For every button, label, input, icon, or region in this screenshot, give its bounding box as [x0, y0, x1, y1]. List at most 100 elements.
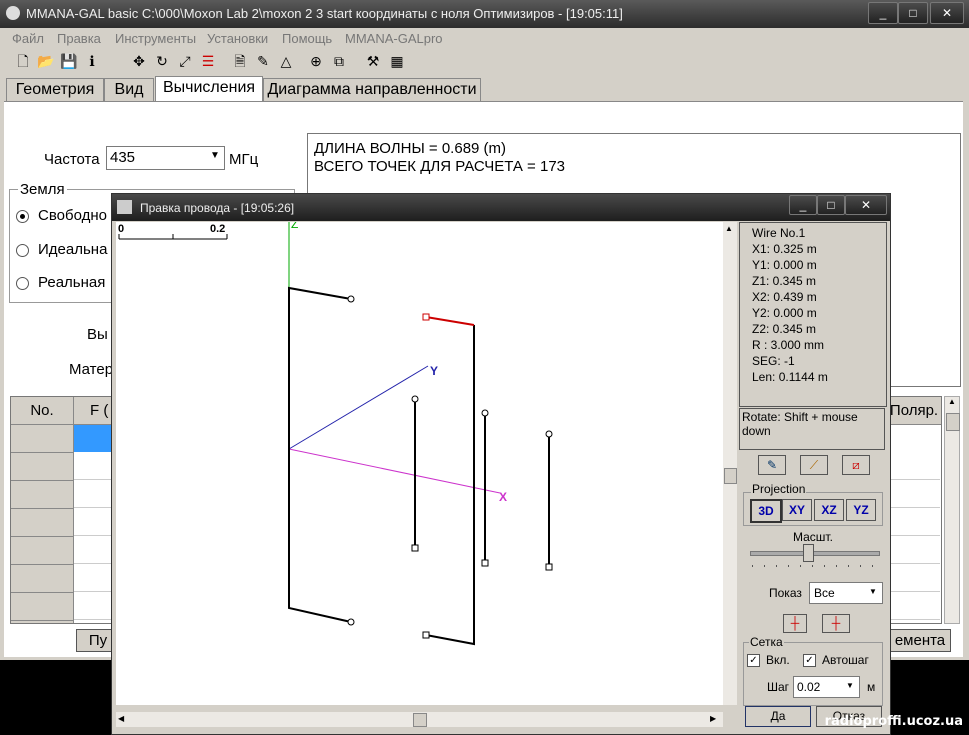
director-1-top[interactable] [411, 395, 419, 403]
toolbar: 🗋 📂 💾 ℹ ✥ ↻ ⤢ ☰ 🗎 ✎ △ ⊕ ⧉ ⚒ ▦ [0, 49, 969, 75]
freq-unit: МГц [229, 151, 259, 168]
projection-3d-button[interactable]: 3D [750, 499, 782, 523]
tools-icon[interactable]: ⚒ [364, 52, 382, 70]
tab-calculations[interactable]: Вычисления [155, 76, 263, 103]
menu-help[interactable]: Помощь [282, 31, 332, 46]
calculator-icon[interactable]: ▦ [388, 52, 406, 70]
crosshair-icon[interactable]: ⊕ [307, 52, 325, 70]
reflector-end-top[interactable] [347, 295, 355, 303]
grid-auto-checkbox[interactable]: ✓ [803, 654, 816, 667]
draw-wire-button[interactable]: ⧄ [842, 455, 870, 475]
canvas-vscroll-thumb[interactable] [724, 468, 737, 484]
output-line-1: ДЛИНА ВОЛНЫ = 0.689 (m) [314, 140, 507, 157]
info-seg: SEG: -1 [752, 354, 795, 368]
radio-free[interactable] [16, 210, 29, 223]
projection-xy-button[interactable]: XY [782, 499, 812, 521]
menu-edit[interactable]: Правка [57, 31, 101, 46]
tab-diagram[interactable]: Диаграмма направленности [263, 78, 481, 101]
grid-on-checkbox[interactable]: ✓ [747, 654, 760, 667]
info-radius: R : 3.000 mm [752, 338, 825, 352]
dialog-title: Правка провода - [19:05:26] [140, 201, 295, 215]
canvas-hscroll-thumb[interactable] [413, 713, 427, 727]
director-3-bottom[interactable] [545, 563, 553, 571]
table-header-no: No. [11, 397, 74, 425]
menu-settings[interactable]: Установки [207, 31, 268, 46]
y-axis [288, 365, 429, 450]
rotate-icon[interactable]: ↻ [153, 52, 171, 70]
calc-label-1: Вы [87, 326, 108, 343]
projection-yz-button[interactable]: YZ [846, 499, 876, 521]
freq-label: Частота [44, 151, 100, 168]
wire-view-svg[interactable]: 0 0.2 Z Y X [116, 222, 723, 705]
step-label: Шаг [767, 680, 790, 694]
director-2-top[interactable] [481, 409, 489, 417]
minimize-icon[interactable]: _ [868, 2, 898, 24]
open-folder-icon[interactable]: 📂 [37, 52, 55, 70]
ok-button[interactable]: Да [745, 706, 811, 727]
director-2-bottom[interactable] [481, 559, 489, 567]
director-3-top[interactable] [545, 430, 553, 438]
show-value: Все [814, 586, 835, 600]
step-select[interactable]: 0.02 ▼ [793, 676, 860, 698]
edit-wire-icon[interactable]: ✎ [254, 52, 272, 70]
dialog-maximize-icon[interactable]: □ [817, 195, 845, 215]
save-icon[interactable]: 💾 [60, 52, 78, 70]
y-axis-label: Y [430, 364, 438, 378]
move-icon[interactable]: ✥ [130, 52, 148, 70]
selected-wire[interactable] [425, 316, 475, 326]
grid-auto-label: Автошаг [822, 653, 869, 667]
calc-label-2: Матер [69, 361, 114, 378]
show-select[interactable]: Все ▼ [809, 582, 883, 604]
canvas-scroll-left-icon[interactable]: ◀ [118, 714, 124, 723]
step-chevron-down-icon: ▼ [846, 681, 854, 690]
dialog-title-bar: Правка провода - [19:05:26] _ □ ✕ [112, 194, 890, 221]
scale-slider-track[interactable] [750, 551, 880, 556]
driven-end-bottom[interactable] [422, 631, 430, 639]
maximize-icon[interactable]: □ [898, 2, 928, 24]
projection-xz-button[interactable]: XZ [814, 499, 844, 521]
resize-icon[interactable]: ⤢ [176, 52, 194, 70]
scale-slider-thumb[interactable] [803, 544, 814, 562]
info-icon[interactable]: ℹ [83, 52, 101, 70]
reflector-end-bottom[interactable] [347, 618, 355, 626]
freq-select[interactable]: 435 ▼ [106, 146, 225, 170]
menu-pro[interactable]: MMANA-GALpro [345, 31, 443, 46]
canvas-vscrollbar[interactable]: ▲ [723, 222, 737, 705]
info-len: Len: 0.1144 m [752, 370, 828, 384]
scroll-up-icon[interactable]: ▲ [945, 397, 959, 411]
split-wire-button[interactable]: ⟋ [800, 455, 828, 475]
table-header-polar: Поляр. [887, 397, 941, 425]
close-icon[interactable]: ✕ [930, 2, 964, 24]
scale-label: Масшт. [793, 530, 833, 544]
segments-icon[interactable]: ☰ [199, 52, 217, 70]
tab-view[interactable]: Вид [104, 78, 154, 101]
selected-wire-end[interactable] [422, 313, 430, 321]
grid-align-button[interactable]: ┼ [783, 614, 807, 633]
director-1-bottom[interactable] [411, 544, 419, 552]
radio-real-label: Реальная [38, 274, 106, 291]
document-icon[interactable]: 🗎 [231, 52, 249, 70]
copy-icon[interactable]: ⧉ [330, 52, 348, 70]
canvas-scroll-right-icon[interactable]: ▶ [710, 714, 716, 723]
canvas-scroll-up-icon[interactable]: ▲ [725, 224, 733, 233]
radio-real[interactable] [16, 277, 29, 290]
wire-view-canvas[interactable]: 0 0.2 Z Y X [116, 222, 723, 705]
canvas-hscrollbar[interactable]: ◀ ▶ [116, 712, 723, 727]
new-file-icon[interactable]: 🗋 [14, 52, 32, 70]
freq-value: 435 [110, 149, 136, 166]
triangle-icon[interactable]: △ [277, 52, 295, 70]
main-vscrollbar[interactable]: ▲ [944, 396, 960, 624]
info-wire-no: Wire No.1 [752, 226, 806, 240]
radio-ideal[interactable] [16, 244, 29, 257]
tab-geometry[interactable]: Геометрия [6, 78, 104, 101]
menu-tools[interactable]: Инструменты [115, 31, 196, 46]
radio-dot [20, 214, 25, 219]
dialog-minimize-icon[interactable]: _ [789, 195, 817, 215]
edit-wire-button[interactable]: ✎ [758, 455, 786, 475]
grid-split-button[interactable]: ┼ [822, 614, 850, 633]
menu-file[interactable]: Файл [12, 31, 44, 46]
dialog-close-icon[interactable]: ✕ [845, 195, 887, 215]
bottom-right-button[interactable]: емента [889, 629, 951, 652]
output-line-2: ВСЕГО ТОЧЕК ДЛЯ РАСЧЕТА = 173 [314, 158, 566, 175]
scroll-thumb[interactable] [946, 413, 960, 431]
